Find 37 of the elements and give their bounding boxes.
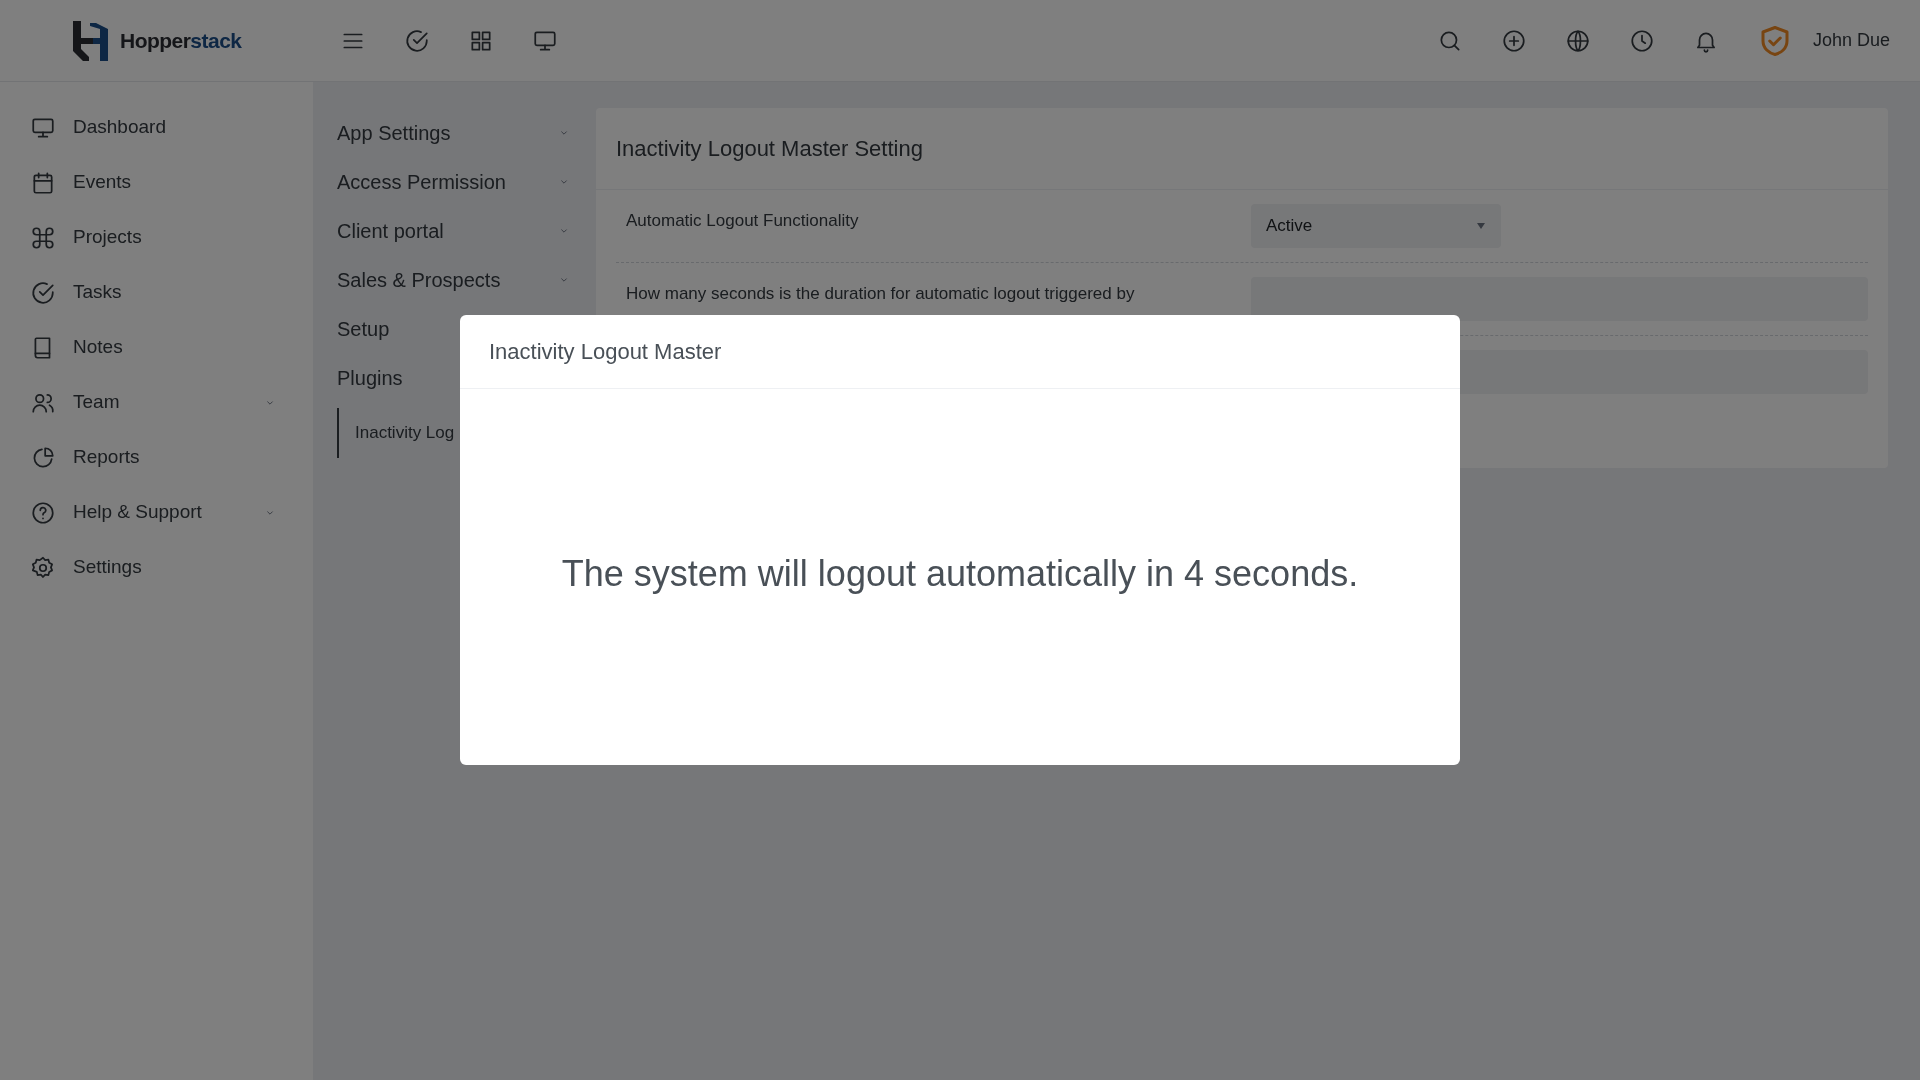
settings-menu-item[interactable]: Client portal [337,206,571,255]
settings-menu-item[interactable]: Sales & Prospects [337,255,571,304]
check-circle-icon [30,279,56,306]
command-icon [30,224,56,251]
user-menu[interactable]: John Due [1812,27,1890,54]
caret-icon [1476,222,1486,230]
calendar-icon [30,169,56,196]
sidebar-item[interactable]: Tasks [0,265,313,320]
clock-icon [1628,27,1655,54]
sidebar-item[interactable]: Reports [0,430,313,485]
globe-icon [1564,27,1591,54]
panel-title: Inactivity Logout Master Setting [616,135,923,163]
sidebar-item[interactable]: Events [0,155,313,210]
logo-text: Hopperstack [120,27,242,54]
check-circle-icon [404,27,430,54]
sidebar-item[interactable]: Dashboard [0,100,313,155]
history-button[interactable] [1628,27,1655,54]
sidebar-item[interactable]: Projects [0,210,313,265]
setting-label: Automatic Logout Functionality [625,210,860,228]
logout-message: The system will logout automatically in 4 seconds. [561,552,1359,596]
sidebar-item[interactable]: Help & Support [0,485,313,540]
language-button[interactable] [1564,27,1591,54]
settings-menu-item[interactable]: Access Permission [337,157,571,206]
sidebar-item[interactable]: Settings [0,540,313,595]
plus-circle-icon [1500,27,1527,54]
add-button[interactable] [1500,27,1527,54]
status-dropdown[interactable]: Active [1251,204,1501,248]
modal-title: Inactivity Logout Master [489,338,722,366]
sidebar-item[interactable]: Notes [0,320,313,375]
input-field[interactable] [1251,277,1868,321]
settings-submenu-item[interactable]: Inactivity Log [337,408,451,458]
settings-menu-item[interactable]: App Settings [337,108,571,157]
setting-label: How many seconds is the duration for automatic logout triggered by [625,283,1136,301]
settings-icon [30,554,56,581]
tasks-button[interactable] [404,27,430,54]
sidebar-item[interactable]: Team [0,375,313,430]
help-circle-icon [30,499,56,526]
